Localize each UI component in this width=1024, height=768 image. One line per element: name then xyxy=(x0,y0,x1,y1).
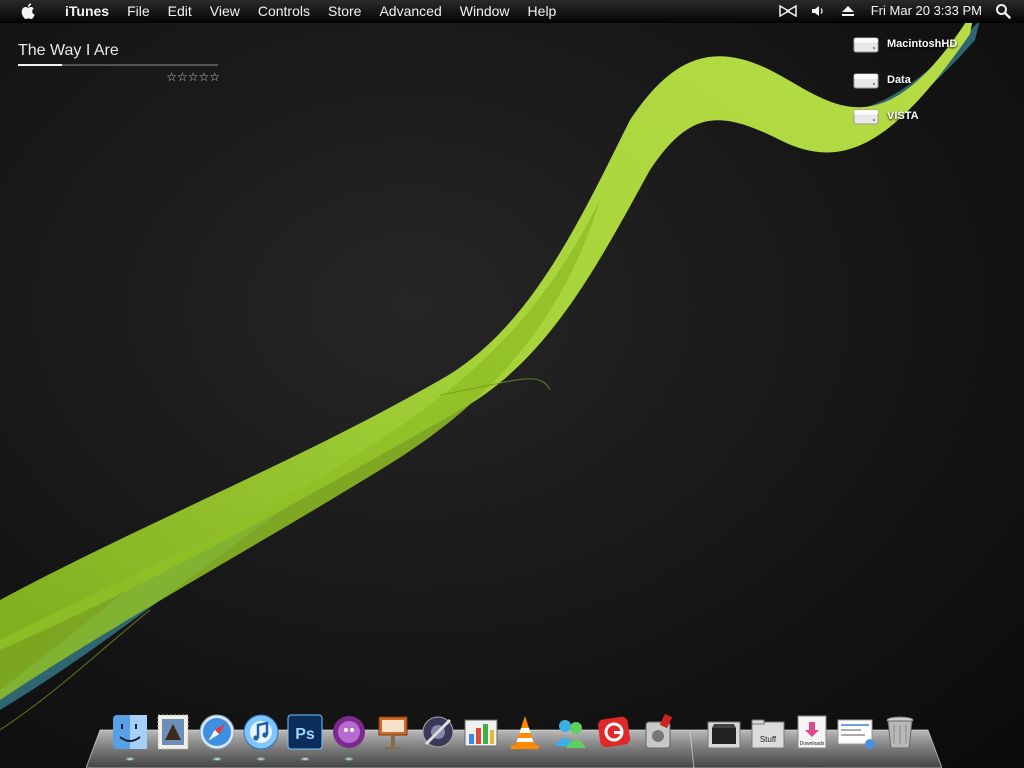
volume-icon[interactable] xyxy=(807,0,829,22)
track-progress-bar[interactable] xyxy=(18,64,218,66)
now-playing-widget: The Way I Are ☆☆☆☆☆ xyxy=(18,42,220,84)
drive-macintoshhd[interactable]: MacintoshHD xyxy=(853,32,1003,56)
drive-data[interactable]: Data xyxy=(853,68,1003,92)
charts-app-icon[interactable] xyxy=(461,712,501,752)
documents-stack-icon[interactable] xyxy=(836,712,876,752)
photoshop-icon[interactable]: Ps xyxy=(285,712,325,752)
app-menu-itunes[interactable]: iTunes xyxy=(56,0,118,22)
vlc-cone-icon[interactable] xyxy=(505,712,545,752)
safari-compass-icon[interactable] xyxy=(197,712,237,752)
menu-advanced[interactable]: Advanced xyxy=(370,0,450,22)
movies-folder-icon[interactable] xyxy=(704,712,744,752)
running-indicator xyxy=(300,757,310,761)
itunes-icon[interactable] xyxy=(241,712,281,752)
stuff-folder-icon[interactable]: Stuff xyxy=(748,712,788,752)
system-preferences-icon[interactable] xyxy=(418,712,458,752)
menu-controls[interactable]: Controls xyxy=(249,0,319,22)
svg-text:Ps: Ps xyxy=(295,726,315,743)
drive-label: MacintoshHD xyxy=(887,38,958,50)
menu-extras: Fri Mar 20 3:33 PM xyxy=(773,0,1024,22)
menu-store[interactable]: Store xyxy=(319,0,370,22)
mail-stamp-icon[interactable] xyxy=(153,712,193,752)
running-indicator xyxy=(125,757,135,761)
spotlight-search-icon[interactable] xyxy=(992,0,1014,22)
menu-file[interactable]: File xyxy=(118,0,159,22)
menubar-clock[interactable]: Fri Mar 20 3:33 PM xyxy=(863,0,988,22)
red-g-app-icon[interactable] xyxy=(594,712,634,752)
running-indicator xyxy=(256,757,266,761)
keynote-icon[interactable] xyxy=(373,712,413,752)
track-title[interactable]: The Way I Are xyxy=(18,42,220,60)
gear-tool-app-icon[interactable] xyxy=(638,712,678,752)
drive-vista[interactable]: VISTA xyxy=(853,104,1003,128)
hard-drive-icon xyxy=(853,37,879,53)
drive-label: VISTA xyxy=(887,110,919,122)
hard-drive-icon xyxy=(853,109,879,125)
bowtie-icon[interactable] xyxy=(777,0,799,22)
menu-bar: iTunes File Edit View Controls Store Adv… xyxy=(0,0,1024,23)
svg-text:Stuff: Stuff xyxy=(760,735,777,744)
running-indicator xyxy=(344,757,354,761)
finder-icon[interactable] xyxy=(110,712,150,752)
eject-icon[interactable] xyxy=(837,0,859,22)
trash-icon[interactable] xyxy=(880,712,920,752)
downloads-folder-icon[interactable]: Downloads xyxy=(792,712,832,752)
menu-edit[interactable]: Edit xyxy=(159,0,201,22)
track-rating-stars[interactable]: ☆☆☆☆☆ xyxy=(166,70,220,84)
drive-label: Data xyxy=(887,74,911,86)
running-indicator xyxy=(212,757,222,761)
svg-text:Downloads: Downloads xyxy=(800,741,825,747)
messenger-buddies-icon[interactable] xyxy=(550,712,590,752)
menu-help[interactable]: Help xyxy=(519,0,566,22)
adium-icon[interactable] xyxy=(329,712,369,752)
hard-drive-icon xyxy=(853,73,879,89)
menu-view[interactable]: View xyxy=(201,0,249,22)
track-progress-fill xyxy=(18,64,62,66)
apple-icon[interactable] xyxy=(0,3,56,19)
menu-window[interactable]: Window xyxy=(451,0,519,22)
